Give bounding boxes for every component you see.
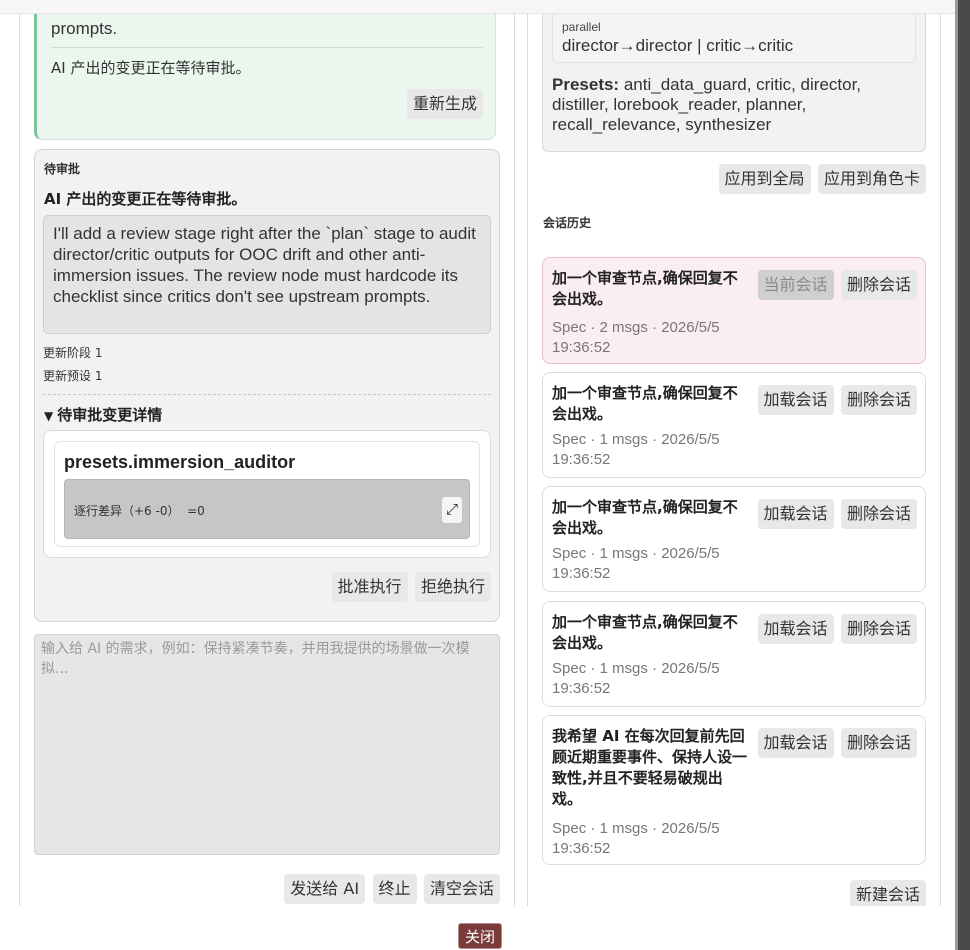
current-session-button[interactable]: 当前会话 — [757, 270, 834, 300]
edges-text: director→director | critic→critic — [562, 36, 794, 55]
expand-icon[interactable]: ⤢ — [442, 497, 462, 523]
triangle-down-icon: ▼ — [44, 409, 54, 423]
presets-label: Presets: — [552, 75, 620, 94]
pending-approval-card: 待审批 AI 产出的变更正在等待审批。 I'll add a review st… — [34, 149, 500, 622]
presets-list: Presets: anti_data_guard, critic, direct… — [552, 75, 912, 135]
workflow-panel: parallel director→director | critic→crit… — [527, 14, 941, 906]
session-title: 加一个审查节点,确保回复不会出戏。 — [552, 498, 738, 537]
load-session-button[interactable]: 加载会话 — [757, 614, 834, 644]
mode-label: parallel — [562, 20, 601, 34]
dialog-top-edge — [0, 0, 958, 14]
session-meta: Spec · 1 msgs · 2026/5/5 19:36:52 — [552, 660, 720, 697]
delete-session-button[interactable]: 删除会话 — [840, 499, 917, 529]
updated-presets-count: 更新预设 1 — [43, 369, 103, 383]
ai-message-card: prompts. AI 产出的变更正在等待审批。 重新生成 — [34, 14, 496, 140]
send-button[interactable]: 发送给 AI — [284, 874, 366, 904]
divider — [43, 394, 491, 395]
pending-details-toggle[interactable]: ▼ 待审批变更详情 — [44, 404, 162, 425]
session-actions: 加载会话 删除会话 — [757, 385, 917, 415]
delete-session-button[interactable]: 删除会话 — [840, 385, 917, 415]
change-item: presets.immersion_auditor 逐行差异（+6 -0） =0… — [54, 441, 480, 547]
change-name: presets.immersion_auditor — [64, 452, 296, 472]
close-button[interactable]: 关闭 — [458, 923, 502, 949]
load-session-button[interactable]: 加载会话 — [757, 499, 834, 529]
stop-button[interactable]: 终止 — [372, 874, 417, 904]
apply-actions: 应用到全局 应用到角色卡 — [718, 164, 926, 194]
delete-session-button[interactable]: 删除会话 — [840, 614, 917, 644]
delete-session-button[interactable]: 删除会话 — [840, 270, 917, 300]
regenerate-button[interactable]: 重新生成 — [406, 89, 483, 119]
reject-button[interactable]: 拒绝执行 — [414, 572, 491, 602]
session-item[interactable]: 加一个审查节点,确保回复不会出戏。 Spec · 1 msgs · 2026/5… — [542, 601, 926, 707]
session-meta: Spec · 2 msgs · 2026/5/5 19:36:52 — [552, 319, 720, 356]
window-shadow — [958, 0, 970, 950]
diff-summary-bar[interactable]: 逐行差异（+6 -0） =0 ⤢ — [64, 479, 470, 539]
session-actions: 加载会话 删除会话 — [757, 614, 917, 644]
load-session-button[interactable]: 加载会话 — [757, 385, 834, 415]
assistant-chat-panel: prompts. AI 产出的变更正在等待审批。 重新生成 待审批 AI 产出的… — [19, 14, 515, 906]
session-item[interactable]: 加一个审查节点,确保回复不会出戏。 Spec · 1 msgs · 2026/5… — [542, 372, 926, 478]
session-title: 加一个审查节点,确保回复不会出戏。 — [552, 269, 738, 308]
session-history-title: 会话历史 — [543, 216, 592, 230]
session-item[interactable]: 我希望 AI 在每次回复前先回顾近期重要事件、保持人设一致性,并且不要轻易破规出… — [542, 715, 926, 865]
session-item[interactable]: 加一个审查节点,确保回复不会出戏。 Spec · 2 msgs · 2026/5… — [542, 257, 926, 364]
pending-heading: AI 产出的变更正在等待审批。 — [44, 190, 247, 208]
ai-plan-quote: I'll add a review stage right after the … — [43, 215, 491, 334]
change-details-box: presets.immersion_auditor 逐行差异（+6 -0） =0… — [43, 430, 491, 558]
session-actions: 加载会话 删除会话 — [757, 499, 917, 529]
apply-global-button[interactable]: 应用到全局 — [718, 164, 811, 194]
workflow-config-card: parallel director→director | critic→crit… — [542, 14, 926, 152]
updated-stages-count: 更新阶段 1 — [43, 346, 103, 360]
divider — [51, 47, 483, 48]
session-actions: 当前会话 删除会话 — [757, 270, 917, 300]
pending-details-label: 待审批变更详情 — [57, 406, 163, 424]
session-meta: Spec · 1 msgs · 2026/5/5 19:36:52 — [552, 820, 720, 857]
new-session-button[interactable]: 新建会话 — [849, 880, 926, 906]
session-meta: Spec · 1 msgs · 2026/5/5 19:36:52 — [552, 545, 720, 582]
session-meta: Spec · 1 msgs · 2026/5/5 19:36:52 — [552, 431, 720, 468]
approval-actions: 批准执行 拒绝执行 — [331, 572, 491, 602]
pending-label: 待审批 — [44, 162, 81, 176]
load-session-button[interactable]: 加载会话 — [757, 728, 834, 758]
session-item[interactable]: 加一个审查节点,确保回复不会出戏。 Spec · 1 msgs · 2026/5… — [542, 486, 926, 592]
session-title: 加一个审查节点,确保回复不会出戏。 — [552, 613, 738, 652]
session-title: 我希望 AI 在每次回复前先回顾近期重要事件、保持人设一致性,并且不要轻易破规出… — [552, 727, 748, 808]
edges-box: parallel director→director | critic→crit… — [552, 14, 916, 63]
clear-session-button[interactable]: 清空会话 — [423, 874, 500, 904]
approve-button[interactable]: 批准执行 — [331, 572, 408, 602]
session-title: 加一个审查节点,确保回复不会出戏。 — [552, 384, 738, 423]
ai-message-text: prompts. — [51, 19, 118, 38]
delete-session-button[interactable]: 删除会话 — [840, 728, 917, 758]
session-actions: 加载会话 删除会话 — [757, 728, 917, 758]
ai-message-pending-note: AI 产出的变更正在等待审批。 — [51, 59, 251, 77]
chat-actions: 发送给 AI 终止 清空会话 — [284, 874, 500, 904]
prompt-input[interactable] — [34, 634, 500, 855]
apply-character-card-button[interactable]: 应用到角色卡 — [817, 164, 926, 194]
diff-stat: 逐行差异（+6 -0） =0 — [74, 504, 205, 518]
